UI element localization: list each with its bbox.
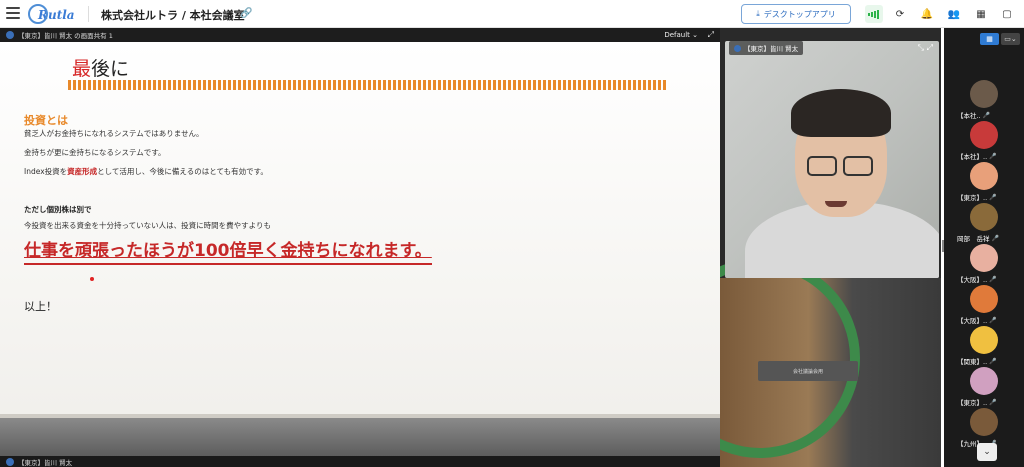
camera-feed[interactable]: 【東京】皆川 賢太 ⤡ ⤢ bbox=[725, 41, 939, 278]
person-hair bbox=[791, 89, 891, 137]
map-room-label: 会社議論会用 bbox=[758, 361, 858, 381]
share-header-label: 【東京】皆川 賢太 の画面共有 1 bbox=[18, 32, 113, 40]
top-bar: Rutla 株式会社ルトラ / 本社会議室 🔗 ⤓ デスクトップアプリ ⟳ 🔔 … bbox=[0, 0, 1024, 28]
mic-off-icon: 🎤 bbox=[991, 234, 999, 242]
laser-pointer bbox=[90, 277, 94, 281]
participant-name-row: 【関東】.. 🎤 bbox=[957, 356, 1011, 367]
slide-bold-line: ただし個別株は別で bbox=[24, 205, 92, 214]
presentation-slide: 最後に 投資とは 貧乏人がお金持ちになれるシステムではありません。 金持ちが更に… bbox=[0, 42, 720, 456]
menu-icon[interactable] bbox=[6, 7, 20, 19]
share-footer-label: 【東京】皆川 賢太 bbox=[18, 458, 73, 467]
divider bbox=[88, 6, 89, 22]
participant-item[interactable]: 【本社】.. 🎤 bbox=[957, 121, 1011, 163]
slide-line-4: 今投資を出来る資金を十分持っていない人は、投資に時間を費やすよりも bbox=[24, 221, 271, 230]
slide-line-1: 貧乏人がお金持ちになれるシステムではありません。 bbox=[24, 129, 204, 138]
participant-name-row: 【本社.. 🎤 bbox=[957, 110, 1011, 121]
view-mode-select[interactable]: Default ⌄ bbox=[664, 31, 698, 39]
participant-item[interactable]: 【東京】.. 🎤 bbox=[957, 162, 1011, 204]
participant-name: 【東京】.. bbox=[957, 399, 988, 407]
glasses-left bbox=[807, 156, 837, 176]
avatar bbox=[970, 285, 998, 313]
view-toggle[interactable]: ▦ ▭⌄ bbox=[980, 33, 1020, 45]
avatar bbox=[970, 80, 998, 108]
participant-name-row: 【大阪】.. 🎤 bbox=[957, 315, 1011, 326]
mic-off-icon: 🎤 bbox=[982, 111, 991, 119]
chat-icon[interactable]: ▢ bbox=[998, 5, 1016, 23]
logo-mark bbox=[28, 4, 48, 24]
participant-name: 【本社.. bbox=[957, 112, 981, 120]
scroll-down-button[interactable]: ⌄ bbox=[977, 443, 997, 461]
download-icon: ⤓ bbox=[756, 9, 760, 18]
slide-line-3: Index投資を資産形成として活用し、今後に備えるのはとても有効です。 bbox=[24, 167, 268, 176]
desktop-app-label: デスクトップアプリ bbox=[763, 9, 836, 19]
camera-header: 【東京】皆川 賢太 ⤡ ⤢ bbox=[725, 41, 939, 55]
refresh-icon[interactable]: ⟳ bbox=[891, 5, 909, 23]
share-header: 【東京】皆川 賢太 の画面共有 1 Default ⌄ ⤢ bbox=[0, 28, 720, 42]
slide-title: 最後に bbox=[72, 58, 130, 80]
mic-off-icon: 🎤 bbox=[989, 193, 997, 201]
slide-heading: 投資とは bbox=[24, 114, 68, 127]
participant-item[interactable]: 【関東】.. 🎤 bbox=[957, 326, 1011, 368]
participant-item[interactable]: 岡部 岳祥 🎤 bbox=[957, 203, 1011, 245]
participant-name-row: 【大阪】.. 🎤 bbox=[957, 274, 1011, 285]
desktop-app-button[interactable]: ⤓ デスクトップアプリ bbox=[741, 4, 851, 24]
share-footer: 【東京】皆川 賢太 bbox=[0, 456, 720, 467]
participant-item[interactable]: 【大阪】.. 🎤 bbox=[957, 285, 1011, 327]
slide-floor bbox=[0, 418, 720, 456]
participant-name: 【本社】.. bbox=[957, 153, 988, 161]
slide-line-2: 金持ちが更に金持ちになるシステムです。 bbox=[24, 148, 166, 157]
participant-item[interactable]: 【東京】.. 🎤 bbox=[957, 367, 1011, 409]
people-icon[interactable]: 👥 bbox=[945, 5, 963, 23]
screen-share-panel: 【東京】皆川 賢太 の画面共有 1 Default ⌄ ⤢ 最後に 投資とは 貧… bbox=[0, 28, 720, 456]
participant-item[interactable]: 【大阪】.. 🎤 bbox=[957, 244, 1011, 286]
bell-icon[interactable]: 🔔 bbox=[918, 5, 936, 23]
app-logo[interactable]: Rutla bbox=[28, 3, 75, 25]
expand-icon[interactable]: ⤢ bbox=[708, 30, 714, 40]
mic-off-icon: 🎤 bbox=[989, 316, 997, 324]
slide-emphasis: 仕事を頑張ったほうが100倍早く金持ちになれます。 bbox=[24, 236, 432, 265]
glasses-right bbox=[843, 156, 873, 176]
person-mouth bbox=[825, 201, 847, 207]
list-view-icon[interactable]: ▭⌄ bbox=[1001, 33, 1020, 45]
avatar bbox=[970, 326, 998, 354]
calendar-icon[interactable]: ▦ bbox=[972, 5, 990, 23]
participant-name-row: 【東京】.. 🎤 bbox=[957, 192, 1011, 203]
mic-off-icon: 🎤 bbox=[989, 357, 997, 365]
footer-avatar bbox=[6, 457, 14, 466]
participant-name-row: 【本社】.. 🎤 bbox=[957, 151, 1011, 162]
participant-name: 【大阪】.. bbox=[957, 276, 988, 284]
avatar bbox=[970, 367, 998, 395]
title-underline bbox=[68, 80, 668, 90]
participant-name: 岡部 岳祥 bbox=[957, 235, 990, 243]
sharer-avatar bbox=[6, 31, 14, 39]
mic-off-icon: 🎤 bbox=[989, 152, 997, 160]
avatar bbox=[970, 244, 998, 272]
avatar bbox=[970, 203, 998, 231]
avatar bbox=[970, 121, 998, 149]
participant-name-row: 岡部 岳祥 🎤 bbox=[957, 233, 1011, 244]
link-icon[interactable]: 🔗 bbox=[240, 8, 252, 19]
avatar bbox=[970, 162, 998, 190]
participant-name: 【東京】.. bbox=[957, 194, 988, 202]
slide-closing: 以上！ bbox=[24, 300, 57, 313]
room-title: 株式会社ルトラ / 本社会議室 bbox=[101, 9, 245, 22]
participant-name-row: 【東京】.. 🎤 bbox=[957, 397, 1011, 408]
camera-name-tag: 【東京】皆川 賢太 bbox=[729, 41, 804, 55]
mic-off-icon: 🎤 bbox=[989, 275, 997, 283]
camera-expand-icon[interactable]: ⤡ ⤢ bbox=[918, 43, 933, 53]
connection-signal-icon[interactable] bbox=[865, 5, 883, 23]
mic-off-icon: 🎤 bbox=[989, 398, 997, 406]
grid-view-icon[interactable]: ▦ bbox=[980, 33, 999, 45]
avatar bbox=[970, 408, 998, 436]
participant-item[interactable]: 【本社.. 🎤 bbox=[957, 80, 1011, 122]
participant-name: 【関東】.. bbox=[957, 358, 988, 366]
participant-name: 【大阪】.. bbox=[957, 317, 988, 325]
